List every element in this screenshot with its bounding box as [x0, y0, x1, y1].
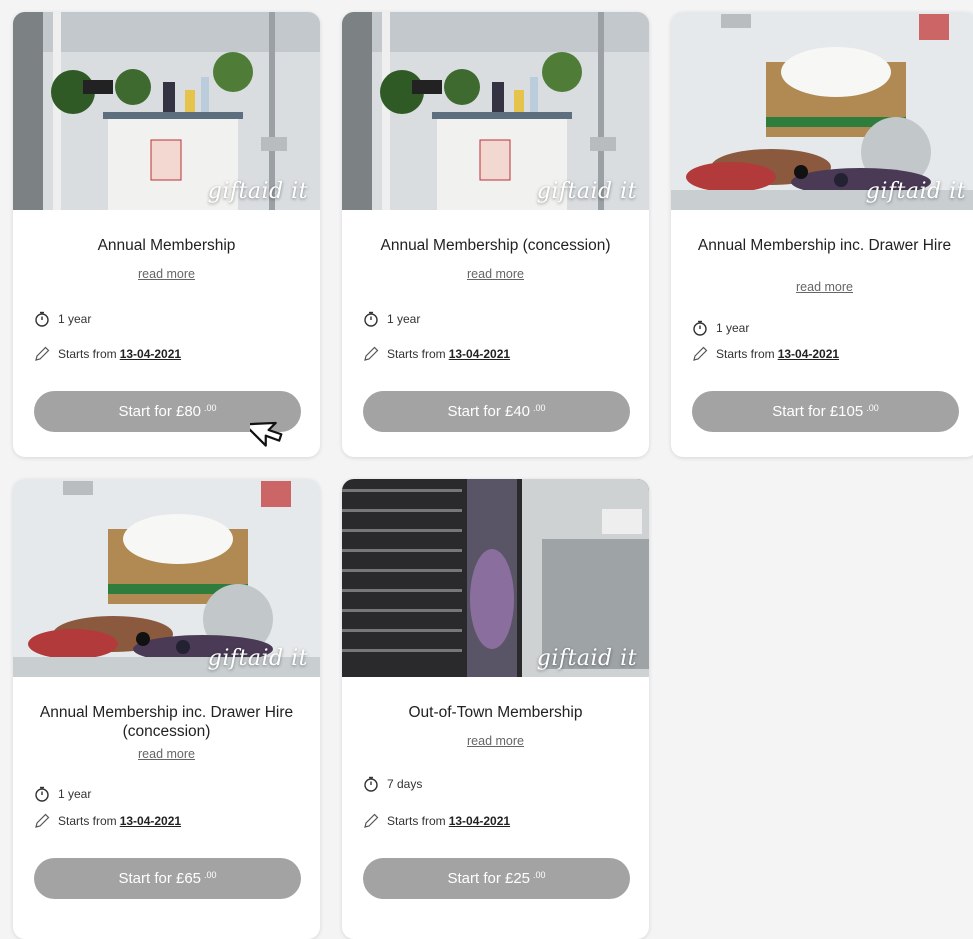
membership-card: giftaid it Out-of-Town Membership read m… [342, 479, 649, 939]
membership-photo: giftaid it [13, 479, 320, 677]
start-membership-button[interactable]: Start for £65 .00 [34, 858, 301, 899]
button-cents: .00 [204, 869, 217, 880]
button-cents: .00 [533, 402, 546, 413]
read-more-link[interactable]: read more [671, 280, 973, 294]
button-label: Start for £65 [118, 870, 202, 887]
start-date: 13-04-2021 [448, 347, 511, 361]
duration-text: 1 year [387, 312, 421, 326]
pencil-icon [362, 812, 380, 830]
button-label: Start for £80 [118, 403, 202, 420]
duration-text: 1 year [58, 312, 92, 326]
membership-card: giftaid it Annual Membership (concession… [342, 12, 649, 457]
membership-photo: giftaid it [671, 12, 973, 210]
pencil-icon [33, 345, 51, 363]
membership-photo: giftaid it [342, 12, 649, 210]
membership-card: giftaid it Annual Membership inc. Drawer… [13, 479, 320, 939]
start-date-row: Starts from 13-04-2021 [33, 812, 181, 830]
read-more-link[interactable]: read more [342, 267, 649, 281]
duration-row: 1 year [691, 319, 749, 337]
giftaid-watermark: giftaid it [865, 179, 966, 204]
duration-row: 1 year [33, 310, 91, 328]
start-date-row: Starts from 13-04-2021 [33, 345, 181, 363]
duration-text: 1 year [58, 787, 92, 801]
button-cents: .00 [866, 402, 879, 413]
giftaid-watermark: giftaid it [207, 179, 308, 204]
stopwatch-icon [33, 310, 51, 328]
start-date: 13-04-2021 [119, 347, 182, 361]
card-title: Annual Membership [97, 237, 236, 254]
membership-photo: giftaid it [342, 479, 649, 677]
start-date: 13-04-2021 [119, 814, 182, 828]
duration-text: 1 year [716, 321, 750, 335]
read-more-link[interactable]: read more [13, 747, 320, 761]
duration-row: 1 year [33, 785, 91, 803]
duration-row: 1 year [362, 310, 420, 328]
membership-photo: giftaid it [13, 12, 320, 210]
membership-card: giftaid it Annual Membership inc. Drawer… [671, 12, 973, 457]
pencil-icon [691, 345, 709, 363]
card-title: Out-of-Town Membership [408, 704, 583, 721]
button-cents: .00 [204, 402, 217, 413]
start-date-row: Starts from 13-04-2021 [691, 345, 839, 363]
start-membership-button[interactable]: Start for £40 .00 [363, 391, 630, 432]
card-title: Annual Membership inc. Drawer Hire (conc… [39, 704, 294, 740]
start-date-row: Starts from 13-04-2021 [362, 812, 510, 830]
starts-from-label: Starts from [716, 347, 775, 361]
read-more-link[interactable]: read more [342, 734, 649, 748]
stopwatch-icon [691, 319, 709, 337]
starts-from-label: Starts from [58, 347, 117, 361]
card-title: Annual Membership inc. Drawer Hire [697, 237, 952, 254]
button-label: Start for £40 [447, 403, 531, 420]
starts-from-label: Starts from [387, 347, 446, 361]
button-label: Start for £25 [447, 870, 531, 887]
duration-row: 7 days [362, 775, 422, 793]
stopwatch-icon [362, 775, 380, 793]
button-cents: .00 [533, 869, 546, 880]
giftaid-watermark: giftaid it [536, 179, 637, 204]
stopwatch-icon [33, 785, 51, 803]
read-more-link[interactable]: read more [13, 267, 320, 281]
membership-card: giftaid it Annual Membership read more 1… [13, 12, 320, 457]
mouse-pointer-icon [250, 421, 283, 447]
starts-from-label: Starts from [58, 814, 117, 828]
button-label: Start for £105 [772, 403, 864, 420]
starts-from-label: Starts from [387, 814, 446, 828]
giftaid-watermark: giftaid it [207, 646, 308, 671]
start-membership-button[interactable]: Start for £25 .00 [363, 858, 630, 899]
start-date: 13-04-2021 [777, 347, 840, 361]
start-date-row: Starts from 13-04-2021 [362, 345, 510, 363]
pencil-icon [362, 345, 380, 363]
start-membership-button[interactable]: Start for £105 .00 [692, 391, 959, 432]
card-title: Annual Membership (concession) [380, 237, 611, 254]
giftaid-watermark: giftaid it [536, 646, 637, 671]
pencil-icon [33, 812, 51, 830]
duration-text: 7 days [387, 777, 423, 791]
start-date: 13-04-2021 [448, 814, 511, 828]
stopwatch-icon [362, 310, 380, 328]
